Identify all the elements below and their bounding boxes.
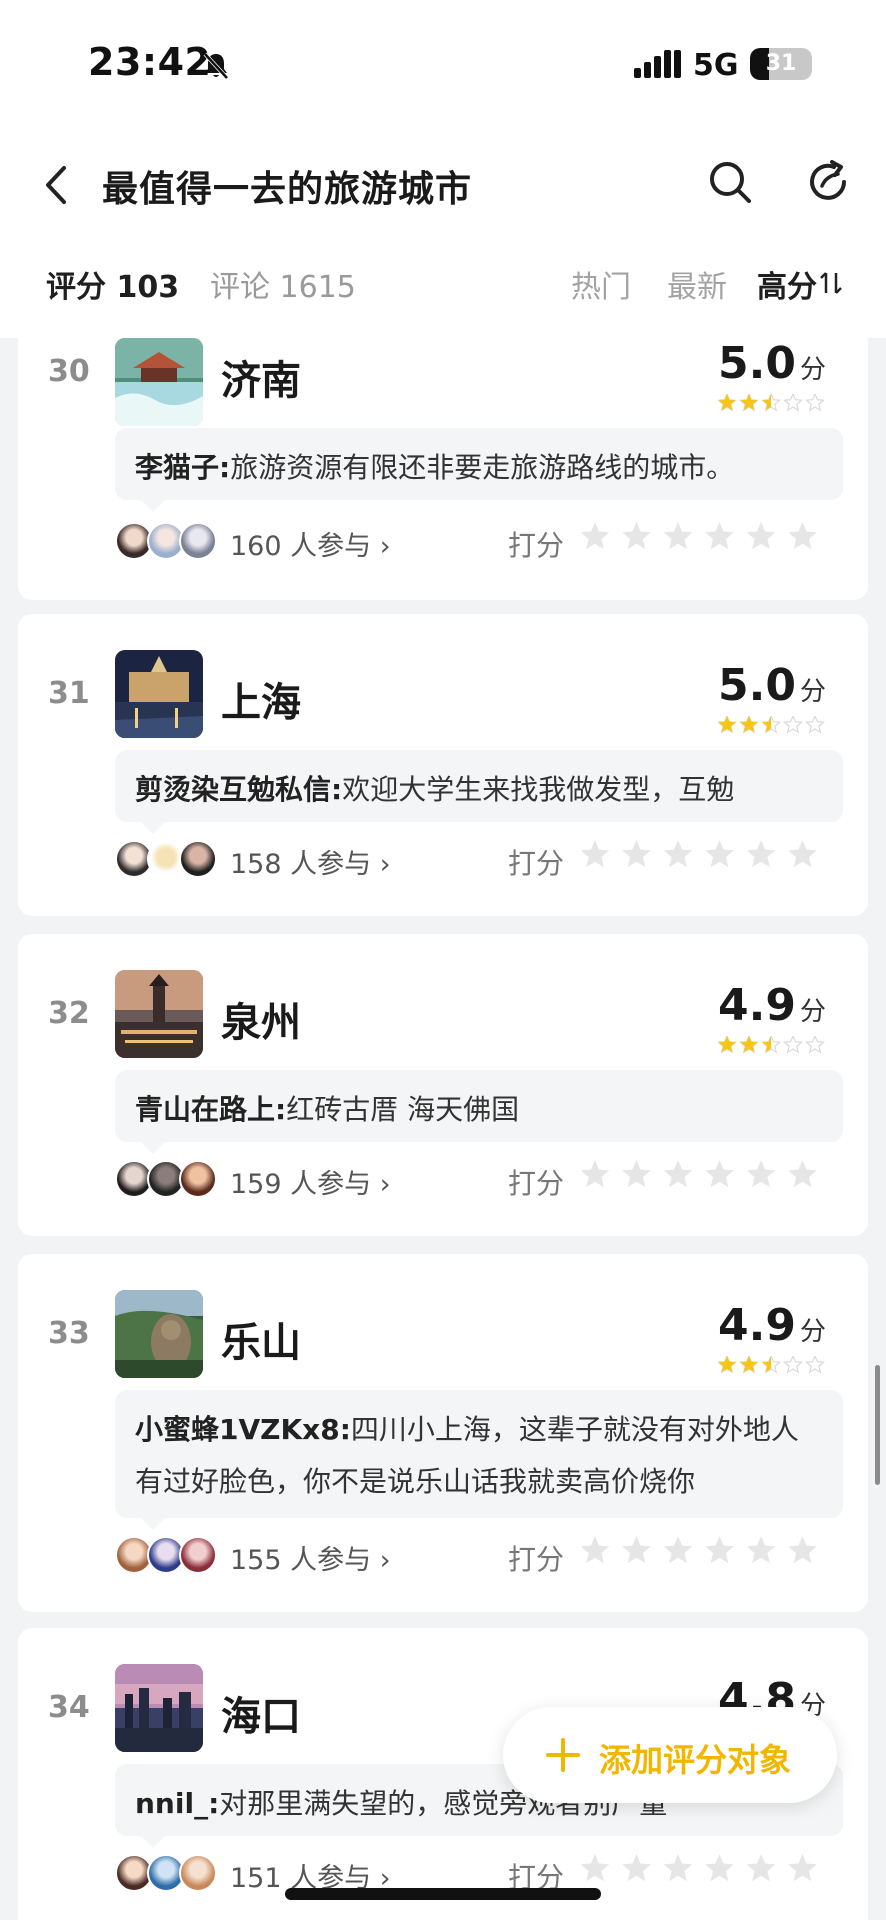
top-comment[interactable]: 青山在路上:红砖古厝 海天佛国 — [115, 1070, 843, 1154]
avatar — [179, 1854, 217, 1892]
score-stars-icon — [718, 1356, 826, 1374]
participant-count[interactable]: 155 人参与 › — [230, 1538, 391, 1577]
page-title: 最值得一去的旅游城市 — [102, 169, 473, 210]
participant-avatars — [115, 522, 223, 560]
comment-author: 剪烫染互勉私信: — [135, 773, 343, 806]
top-comment[interactable]: 小蜜蜂1VZKx8:四川小上海，这辈子就没有对外地人有过好脸色，你不是说乐山话我… — [115, 1390, 843, 1530]
battery-icon: 31 — [750, 48, 812, 80]
score-unit: 分 — [799, 355, 826, 385]
participant-count[interactable]: 159 人参与 › — [230, 1162, 391, 1201]
rank-number: 30 — [48, 354, 90, 389]
share-icon[interactable] — [804, 158, 852, 206]
score: 5.0 分 — [718, 660, 826, 711]
score-unit: 分 — [799, 1317, 826, 1347]
score-stars-icon — [718, 716, 826, 734]
rate-label: 打分 — [508, 1167, 565, 1200]
city-name: 海口 — [221, 1694, 301, 1740]
avatar — [179, 522, 217, 560]
ranking-card[interactable]: 31 上海 5.0 分 剪烫染互勉私信:欢迎大学生来找我做发型，互勉 158 人参… — [18, 614, 868, 916]
score-unit: 分 — [799, 997, 826, 1027]
add-button-label: 添加评分对象 — [599, 1741, 792, 1779]
avatar — [179, 1536, 217, 1574]
comment-author: nnil_: — [135, 1787, 220, 1820]
city-name: 济南 — [221, 358, 301, 404]
top-comment[interactable]: 李猫子:旅游资源有限还非要走旅游路线的城市。 — [115, 428, 843, 512]
city-photo — [115, 1290, 203, 1378]
score: 5.0 分 — [718, 338, 826, 389]
rate-stars-icon[interactable] — [580, 840, 840, 874]
rate-stars-icon[interactable] — [580, 522, 840, 556]
signal-bars-icon — [634, 50, 681, 78]
comment-text: 红砖古厝 海天佛国 — [286, 1093, 520, 1126]
comment-author: 小蜜蜂1VZKx8: — [135, 1413, 351, 1446]
tab-bar: 评分 103 评论 1615 热门 最新 高分 — [0, 240, 886, 338]
top-comment[interactable]: 剪烫染互勉私信:欢迎大学生来找我做发型，互勉 — [115, 750, 843, 834]
comment-author: 李猫子: — [135, 451, 231, 484]
score-stars-icon — [718, 1036, 826, 1054]
battery-level: 31 — [765, 51, 797, 76]
comment-text: 欢迎大学生来找我做发型，互勉 — [342, 773, 735, 806]
city-photo — [115, 338, 203, 426]
avatar — [179, 1160, 217, 1198]
status-bar: 23:42 5G 31 — [0, 0, 886, 130]
plus-icon — [546, 1738, 580, 1772]
sort-newest[interactable]: 最新 — [667, 262, 727, 306]
score-value: 5.0 — [718, 338, 796, 389]
participant-avatars — [115, 1536, 223, 1574]
network-type: 5G — [693, 48, 739, 83]
rate-label: 打分 — [508, 529, 565, 562]
score-value: 4.9 — [718, 1300, 796, 1351]
participant-count[interactable]: 160 人参与 › — [230, 524, 391, 563]
sort-hot[interactable]: 热门 — [571, 262, 631, 306]
status-time: 23:42 — [88, 40, 212, 84]
avatar — [179, 840, 217, 878]
rank-number: 34 — [48, 1690, 90, 1725]
back-arrow-icon[interactable] — [36, 160, 76, 210]
bell-muted-icon — [203, 52, 229, 80]
participant-avatars — [115, 1854, 223, 1892]
ranking-card[interactable]: 30 济南 5.0 分 李猫子:旅游资源有限还非要走旅游路线的城市。 160 人参… — [18, 338, 868, 600]
ranking-list: 30 济南 5.0 分 李猫子:旅游资源有限还非要走旅游路线的城市。 160 人参… — [0, 338, 886, 1920]
score-value: 4.9 — [718, 980, 796, 1031]
comment-author: 青山在路上: — [135, 1093, 287, 1126]
rank-number: 31 — [48, 676, 90, 711]
sort-highest[interactable]: 高分 — [757, 262, 817, 306]
rate-label: 打分 — [508, 847, 565, 880]
nav-header: 最值得一去的旅游城市 — [0, 130, 886, 240]
city-photo — [115, 970, 203, 1058]
scrollbar[interactable] — [875, 1365, 880, 1485]
participant-count[interactable]: 158 人参与 › — [230, 842, 391, 881]
city-name: 泉州 — [221, 1000, 301, 1046]
rank-number: 33 — [48, 1316, 90, 1351]
score-stars-icon — [718, 394, 826, 412]
add-rating-target-button[interactable]: 添加评分对象 — [503, 1707, 837, 1803]
participant-avatars — [115, 1160, 223, 1198]
ranking-card[interactable]: 33 乐山 4.9 分 小蜜蜂1VZKx8:四川小上海，这辈子就没有对外地人有过好… — [18, 1254, 868, 1612]
rate-label: 打分 — [508, 1543, 565, 1576]
battery-cap — [808, 58, 812, 70]
city-photo — [115, 650, 203, 738]
score: 4.9 分 — [718, 980, 826, 1031]
score-unit: 分 — [799, 677, 826, 707]
rate-stars-icon[interactable] — [580, 1536, 840, 1570]
sort-arrows-icon[interactable] — [820, 270, 842, 296]
city-name: 乐山 — [221, 1320, 301, 1366]
home-indicator[interactable] — [285, 1888, 601, 1900]
rate-stars-icon[interactable] — [580, 1160, 840, 1194]
city-photo — [115, 1664, 203, 1752]
search-icon[interactable] — [706, 158, 754, 206]
city-name: 上海 — [221, 680, 301, 726]
score-value: 5.0 — [718, 660, 796, 711]
rate-stars-icon[interactable] — [580, 1854, 840, 1888]
score: 4.9 分 — [718, 1300, 826, 1351]
participant-avatars — [115, 840, 223, 878]
rank-number: 32 — [48, 996, 90, 1031]
ranking-card[interactable]: 32 泉州 4.9 分 青山在路上:红砖古厝 海天佛国 159 人参与 › 打分 — [18, 934, 868, 1236]
tab-rating[interactable]: 评分 103 — [46, 262, 179, 306]
tab-comments[interactable]: 评论 1615 — [210, 262, 356, 306]
comment-text: 旅游资源有限还非要走旅游路线的城市。 — [230, 451, 735, 484]
